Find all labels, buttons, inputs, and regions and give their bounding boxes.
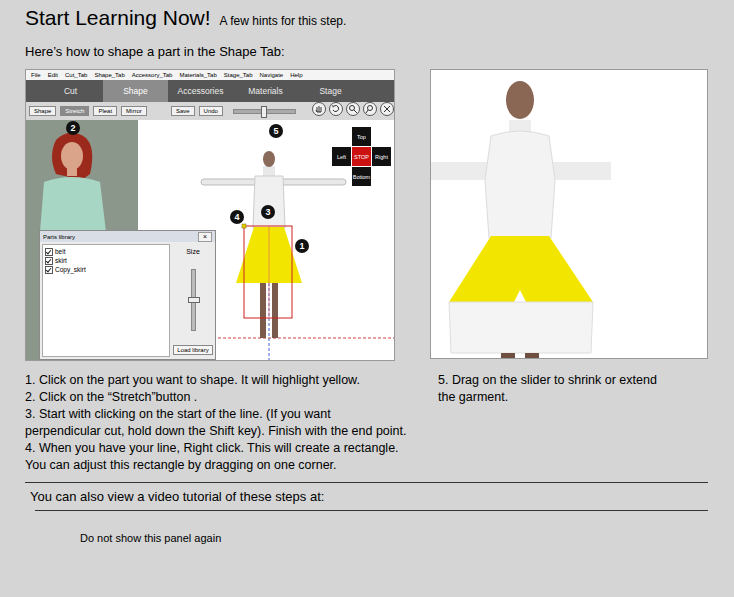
nav-button[interactable]: Left xyxy=(332,147,351,166)
zoom-icon[interactable] xyxy=(346,102,360,120)
part-label: skirt xyxy=(55,256,67,265)
menu-item[interactable]: Edit xyxy=(48,70,58,80)
header: Start Learning Now! A few hints for this … xyxy=(25,6,708,30)
tab[interactable]: Shape xyxy=(103,80,168,102)
callout-badge: 2 xyxy=(66,121,80,135)
part-checkbox[interactable] xyxy=(45,266,53,274)
part-item[interactable]: belt xyxy=(45,247,167,256)
menu-item[interactable]: Cut_Tab xyxy=(65,70,87,80)
fit-icon[interactable] xyxy=(380,102,394,120)
part-item[interactable]: skirt xyxy=(45,256,167,265)
nav-button[interactable]: Bottom xyxy=(352,167,371,186)
callout-badge: 1 xyxy=(295,239,309,253)
rotate-icon[interactable] xyxy=(329,102,343,120)
step-line: 5. Drag on the slider to shrink or exten… xyxy=(438,372,708,389)
size-slider[interactable] xyxy=(191,269,196,331)
size-label: Size xyxy=(186,248,200,255)
step5-column: 5. Drag on the slider to shrink or exten… xyxy=(438,372,708,474)
nav-button[interactable]: Top xyxy=(352,127,371,146)
toolbar-button[interactable]: Undo xyxy=(199,106,223,116)
app-screenshot: File Edit Cut_Tab Shape_Tab Accessory_Tab Mat… xyxy=(25,69,395,361)
toolbar-button[interactable]: Pleat xyxy=(93,106,117,116)
dialog-title-bar: Parts library × xyxy=(40,231,215,242)
nav-button-label: Left xyxy=(337,154,346,160)
nav-button-label: Top xyxy=(357,134,366,140)
search-icon-graphic xyxy=(363,102,377,116)
toolbar: Shape Stretch Pleat Mirror Save Undo xyxy=(26,102,394,120)
fit-icon-graphic xyxy=(380,102,394,116)
hand-icon-graphic xyxy=(312,102,326,116)
part-checkbox[interactable] xyxy=(45,248,53,256)
hand-icon[interactable] xyxy=(312,102,326,120)
callout-badge: 3 xyxy=(261,205,275,219)
panel-title: Start Learning Now! xyxy=(25,6,211,30)
callout-badge: 5 xyxy=(269,124,283,138)
part-label: Copy_skirt xyxy=(55,265,86,274)
instructions: 1. Click on the part you want to shape. … xyxy=(25,372,708,474)
size-panel: Size Load library xyxy=(173,244,213,357)
result-render xyxy=(430,69,708,359)
menu-bar: File Edit Cut_Tab Shape_Tab Accessory_Tab Mat… xyxy=(26,70,394,80)
steps-column: 1. Click on the part you want to shape. … xyxy=(25,372,424,474)
intro-text: Here’s how to shape a part in the Shape … xyxy=(25,44,708,59)
nav-button-label: STOP xyxy=(354,154,369,160)
part-label: belt xyxy=(55,247,65,256)
zoom-slider-thumb[interactable] xyxy=(261,106,267,118)
menu-item[interactable]: Materials_Tab xyxy=(179,70,216,80)
panel-subtitle: A few hints for this step. xyxy=(220,14,347,28)
step-line: You can adjust this rectangle by draggin… xyxy=(25,457,424,474)
render-figure xyxy=(431,70,707,358)
part-item[interactable]: Copy_skirt xyxy=(45,265,167,274)
figures: File Edit Cut_Tab Shape_Tab Accessory_Tab Mat… xyxy=(25,69,708,361)
menu-item[interactable]: Navigate xyxy=(260,70,284,80)
toolbar-button[interactable]: Mirror xyxy=(121,106,147,116)
workspace: 2 Top Left STOP Right Bottom 1 3 4 5 Parts library… xyxy=(26,120,394,360)
step-line: 4. When you have your line, Right click.… xyxy=(25,440,424,457)
callout-badge: 4 xyxy=(230,210,244,224)
size-slider-thumb[interactable] xyxy=(188,297,200,303)
step-line: the garment. xyxy=(438,389,708,406)
nav-button-label: Bottom xyxy=(353,174,370,180)
dialog-title: Parts library xyxy=(43,234,75,240)
rotate-icon-graphic xyxy=(329,102,343,116)
zoom-slider[interactable] xyxy=(233,109,296,114)
part-checkbox[interactable] xyxy=(45,257,53,265)
step-line: 1. Click on the part you want to shape. … xyxy=(25,372,424,389)
parts-list: beltskirtCopy_skirt xyxy=(42,244,170,357)
tab[interactable]: Accessories xyxy=(168,80,233,102)
nav-button[interactable]: STOP xyxy=(352,147,371,166)
tab[interactable]: Materials xyxy=(233,80,298,102)
toolbar-button[interactable]: Stretch xyxy=(60,106,89,116)
nav-button-label: Right xyxy=(375,154,388,160)
tab[interactable]: Cut xyxy=(38,80,103,102)
navigation-pad: Top Left STOP Right Bottom xyxy=(332,127,391,186)
search-icon[interactable] xyxy=(363,102,377,120)
toolbar-button[interactable]: Save xyxy=(171,106,195,116)
step-line: 2. Click on the “Stretch”button . xyxy=(25,389,424,406)
menu-item[interactable]: Accessory_Tab xyxy=(132,70,173,80)
tab-bar: CutShapeAccessoriesMaterialsStage xyxy=(26,80,394,102)
view-tools xyxy=(312,102,394,120)
menu-item[interactable]: Help xyxy=(290,70,302,80)
load-library-button[interactable]: Load library xyxy=(173,345,212,355)
nav-button[interactable]: Right xyxy=(372,147,391,166)
menu-item[interactable]: Stage_Tab xyxy=(224,70,253,80)
dont-show-again-link[interactable]: Do not show this panel again xyxy=(80,532,708,544)
dialog-body: beltskirtCopy_skirt Size Load library xyxy=(40,242,215,359)
menu-item[interactable]: Shape_Tab xyxy=(94,70,124,80)
toolbar-button[interactable]: Shape xyxy=(29,106,56,116)
video-tutorial-text: You can also view a video tutorial of th… xyxy=(30,488,708,505)
tab[interactable]: Stage xyxy=(298,80,363,102)
zoom-icon-graphic xyxy=(346,102,360,116)
parts-library-dialog: Parts library × beltskirtCopy_skirt Size Loa… xyxy=(39,230,216,360)
step-line: 3. Start with clicking on the start of t… xyxy=(25,406,424,423)
divider xyxy=(35,510,708,511)
divider xyxy=(25,482,708,483)
menu-item[interactable]: File xyxy=(31,70,41,80)
close-button[interactable]: × xyxy=(198,232,212,242)
step-line: perpendicular cut, hold down the Shift k… xyxy=(25,423,424,440)
